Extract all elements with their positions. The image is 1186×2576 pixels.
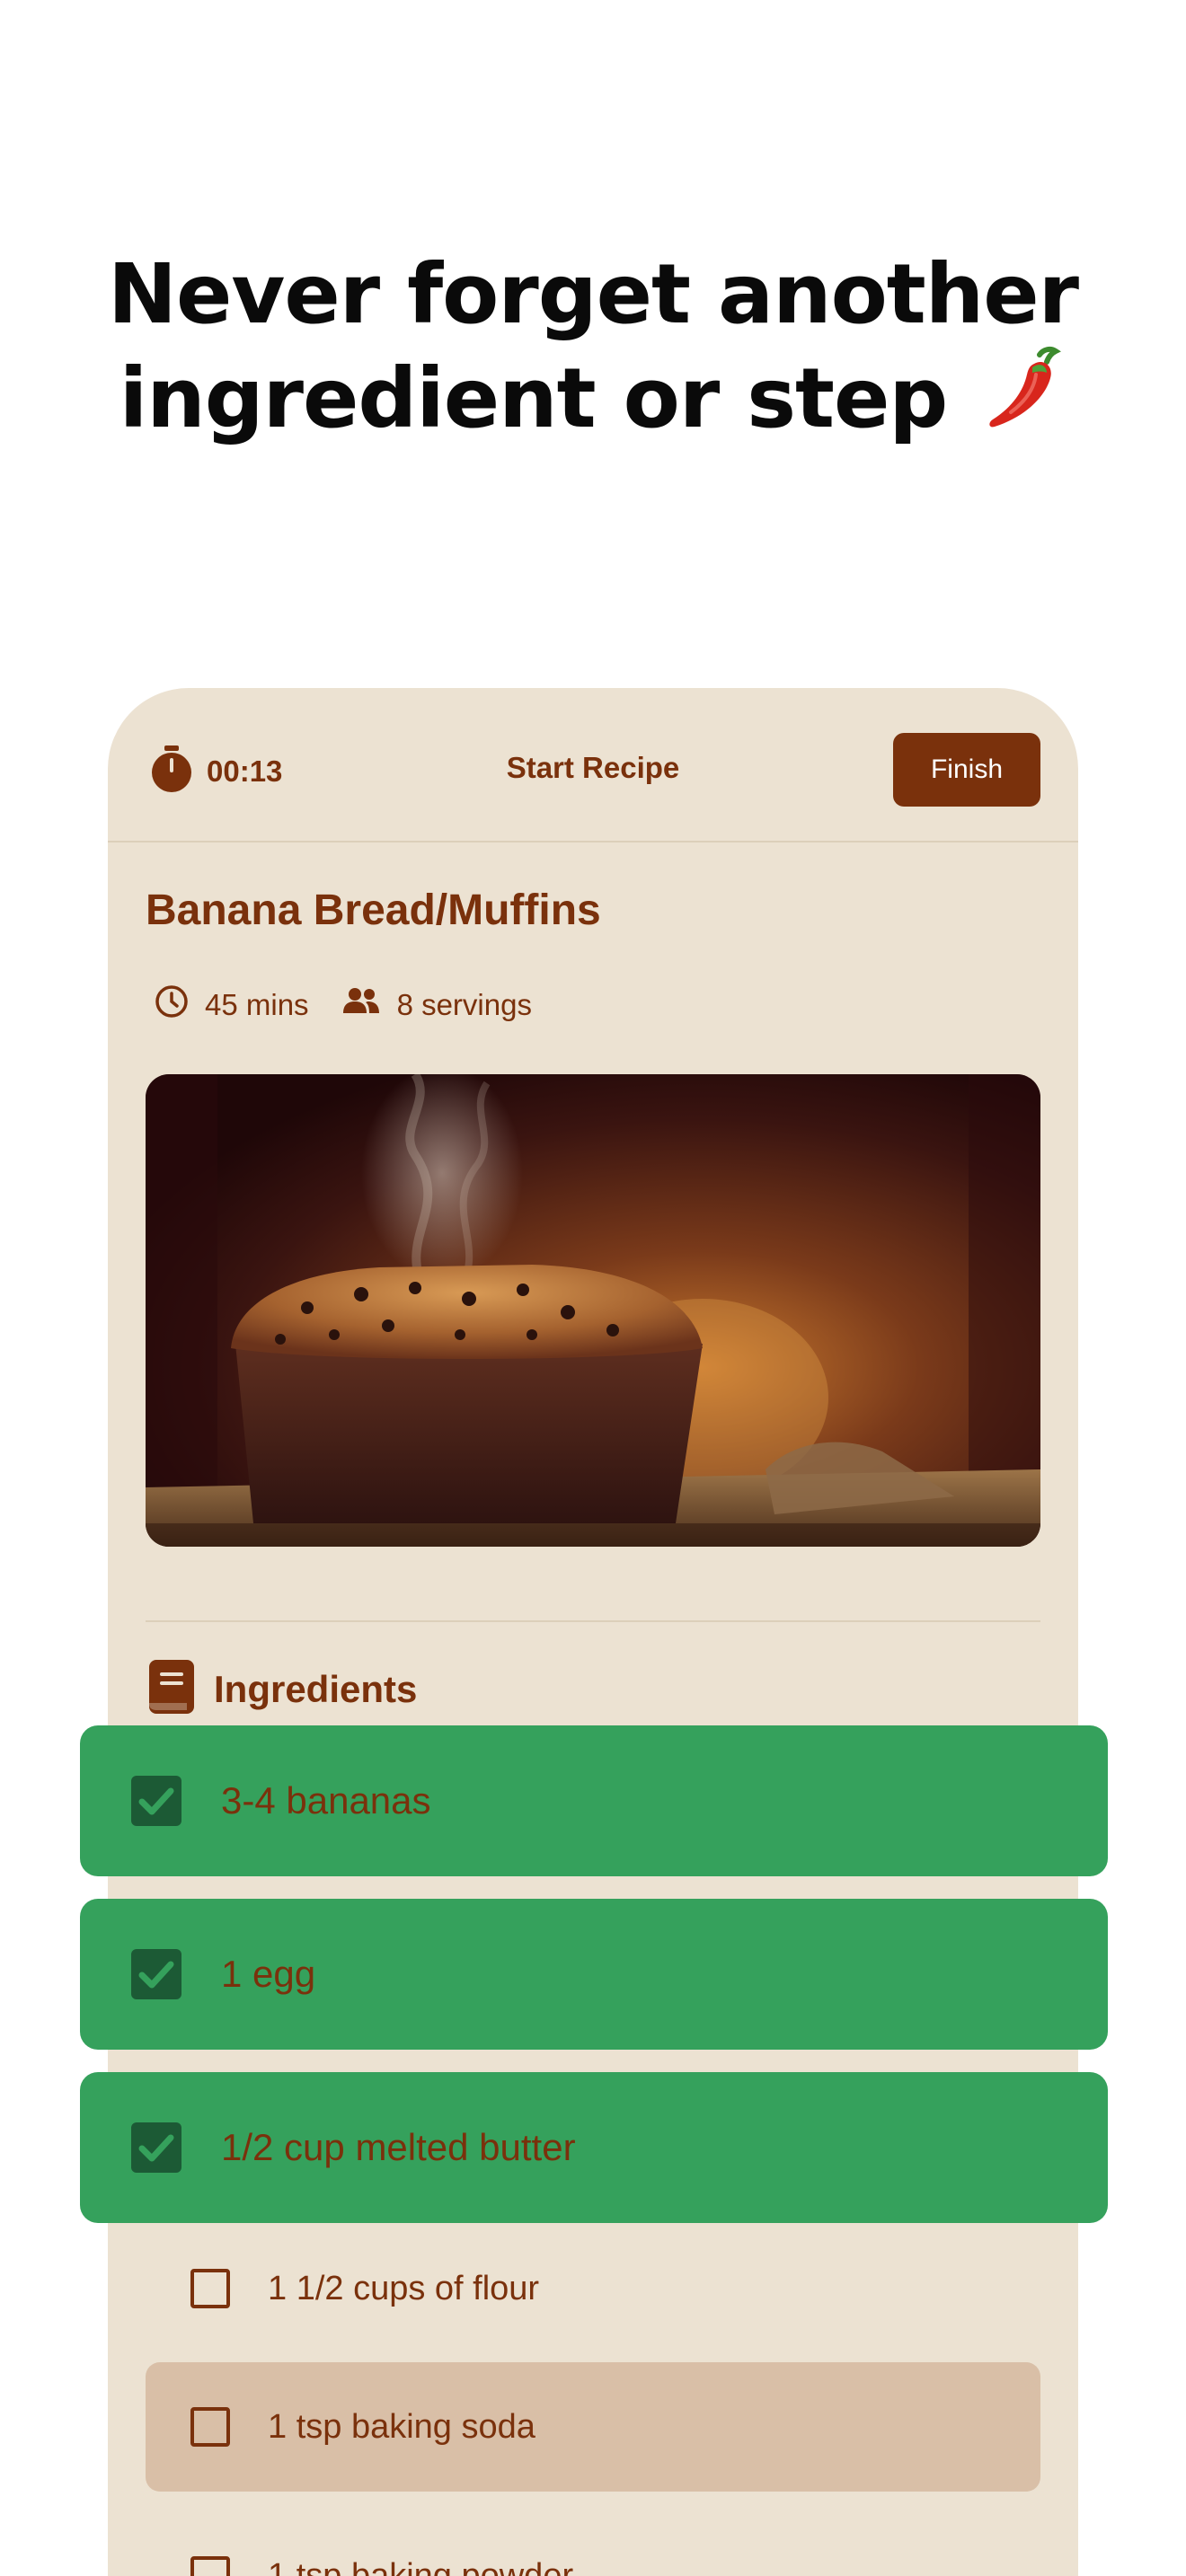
finish-button[interactable]: Finish [893, 733, 1040, 807]
recipe-photo [146, 1074, 1040, 1547]
recipe-time-value: 45 mins [205, 988, 309, 1021]
unchecked-checkbox[interactable] [190, 2556, 230, 2576]
recipe-time: 45 mins [155, 984, 309, 1026]
section-divider [146, 1620, 1040, 1622]
unchecked-checkbox[interactable] [190, 2269, 230, 2308]
headline-line-1: Never forget another [107, 246, 1079, 342]
headline-line-2: ingredient or step [0, 346, 1186, 455]
ingredients-label: Ingredients [214, 1667, 418, 1710]
checked-checkbox-icon[interactable] [131, 2122, 181, 2173]
ingredient-row-baking-powder[interactable]: 1 tsp baking powder [146, 2511, 1040, 2576]
recipe-meta: 45 mins 8 servings [155, 984, 564, 1026]
recipe-servings-value: 8 servings [396, 988, 532, 1021]
unchecked-checkbox[interactable] [190, 2407, 230, 2447]
checked-checkbox-icon[interactable] [131, 1949, 181, 1999]
recipe-book-icon [146, 1658, 198, 1720]
ingredient-label: 1 1/2 cups of flour [268, 2269, 540, 2307]
chili-pepper-icon [984, 346, 1067, 455]
recipe-top-bar: 00:13 Start Recipe Finish [108, 688, 1078, 842]
ingredient-label: 1 egg [221, 1953, 316, 1995]
ingredient-row-baking-soda[interactable]: 1 tsp baking soda [146, 2362, 1040, 2492]
checked-checkbox-icon[interactable] [131, 1776, 181, 1826]
checked-ingredient-row[interactable]: 3-4 bananas [80, 1725, 1108, 1876]
recipe-title: Banana Bread/Muffins [146, 887, 601, 934]
marketing-headline: Never forget another ingredient or step [0, 243, 1186, 455]
ingredient-label: 1/2 cup melted butter [221, 2126, 576, 2168]
screenshot-page: Never forget another ingredient or step [0, 0, 1186, 2576]
phone-screen: 00:13 Start Recipe Finish Banana Bread/M… [108, 688, 1078, 2576]
clock-icon [155, 984, 189, 1026]
ingredient-label: 1 tsp baking powder [268, 2556, 574, 2576]
checked-ingredient-row[interactable]: 1 egg [80, 1899, 1108, 2050]
ingredient-label: 1 tsp baking soda [268, 2407, 535, 2446]
checked-ingredient-row[interactable]: 1/2 cup melted butter [80, 2072, 1108, 2223]
headline-line-2-text: ingredient or step [119, 350, 949, 446]
ingredient-label: 3-4 bananas [221, 1779, 431, 1822]
people-icon [341, 986, 381, 1024]
recipe-servings: 8 servings [341, 986, 532, 1024]
ingredient-row-flour[interactable]: 1 1/2 cups of flour [146, 2224, 1040, 2353]
ingredients-heading: Ingredients [146, 1658, 417, 1720]
